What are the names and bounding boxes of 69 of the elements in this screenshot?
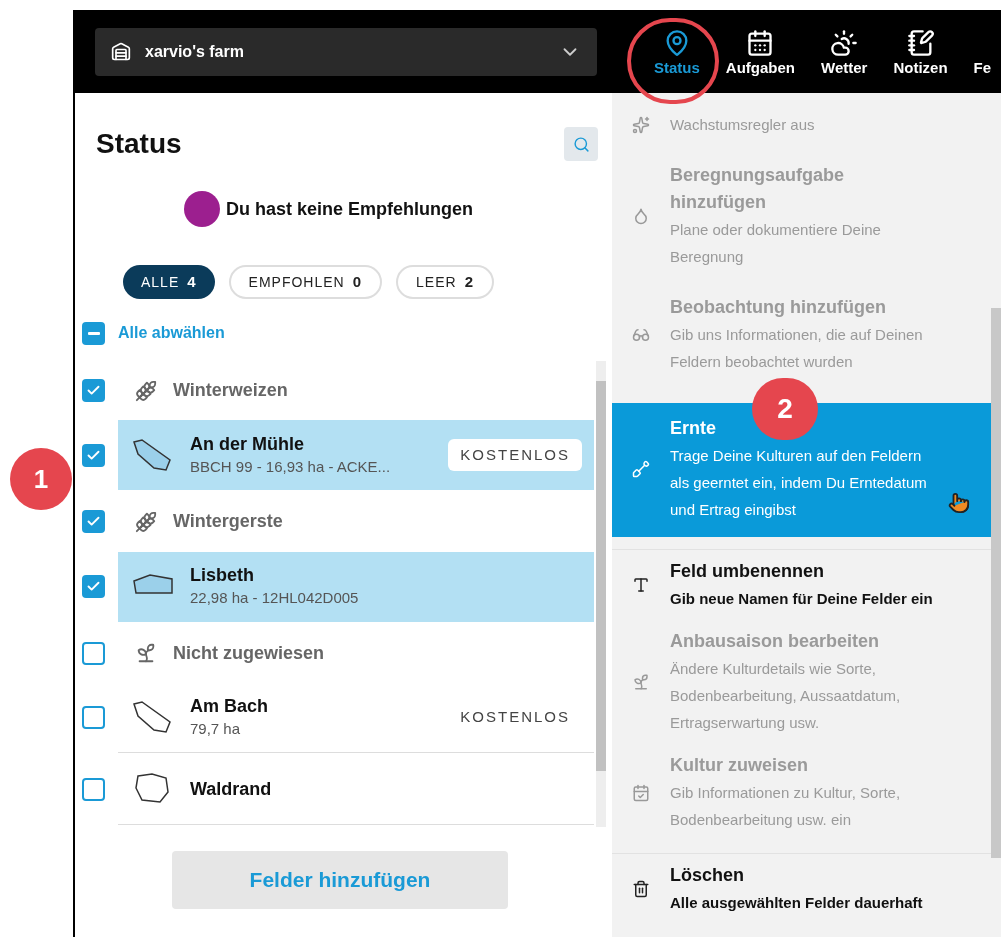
- search-icon: [572, 135, 590, 153]
- shovel-icon: [632, 460, 650, 478]
- menu-item-description: Gib neue Namen für Deine Felder ein: [670, 589, 934, 609]
- cloud-sun-icon: [830, 28, 859, 57]
- field-details: 22,98 ha - 12HL042D005: [190, 588, 360, 609]
- farm-icon: [111, 41, 131, 62]
- menu-item-title: Beregnungsaufgabe hinzufügen: [670, 164, 846, 214]
- checkbox[interactable]: [82, 641, 105, 665]
- menu-item-title: Beobachtung hinzufügen: [670, 296, 887, 319]
- field-details: BBCH 99 - 16,93 ha - ACKE...: [190, 456, 392, 477]
- sparkle-icon: [632, 115, 650, 134]
- minus-icon: [87, 331, 100, 335]
- nav-tab[interactable]: Notizen: [891, 28, 950, 79]
- droplet-icon: [632, 207, 650, 225]
- field-name: An der Mühle: [190, 432, 305, 456]
- farm-selector[interactable]: xarvio's farm: [95, 27, 597, 76]
- text-cursor-icon: [632, 576, 650, 594]
- checkbox[interactable]: [82, 706, 105, 730]
- menu-item-description: Trage Deine Kulturen auf den Feldern als geerntet ein, indem Du Erntedatum und Ertrag eingibst: [670, 446, 928, 520]
- nav-tab[interactable]: Fe: [971, 28, 994, 79]
- filter-chip[interactable]: LEER 2: [396, 265, 494, 299]
- search-button[interactable]: [564, 127, 598, 161]
- checkbox[interactable]: [82, 510, 105, 534]
- notepad-icon: [906, 28, 935, 57]
- free-badge: KOSTENLOS: [448, 438, 582, 472]
- filter-chip[interactable]: EMPFOHLEN 0: [228, 265, 383, 299]
- checkbox[interactable]: [82, 575, 105, 599]
- crop-group-label: Wintergerste: [173, 510, 283, 534]
- field-name: Am Bach: [190, 695, 270, 719]
- step-marker: 1: [10, 448, 72, 510]
- scrollbar[interactable]: [596, 361, 606, 827]
- nav-tab[interactable]: Aufgaben: [723, 28, 797, 79]
- menu-item-title: Löschen: [670, 864, 745, 887]
- recommendation-text: Du hast keine Empfehlungen: [225, 197, 473, 221]
- checkbox[interactable]: [82, 443, 105, 467]
- crop-group-label: Winterweizen: [173, 379, 288, 403]
- field-details: 79,7 ha: [190, 719, 242, 740]
- field-row[interactable]: Lisbeth 22,98 ha - 12HL042D005: [118, 551, 594, 622]
- wheat-icon: [135, 379, 157, 402]
- menu-item[interactable]: Feld umbenennen Gib neue Namen für Deine Felder ein: [612, 550, 991, 620]
- checkbox[interactable]: [82, 321, 105, 345]
- field-name: Lisbeth: [190, 564, 255, 588]
- menu-item-description: Gib uns Informationen, die auf Deinen Feldern beobachtet wurden: [670, 325, 924, 372]
- menu-item-title: Ernte: [670, 417, 717, 440]
- nav-tab[interactable]: Status: [652, 28, 702, 79]
- menu-item-description: Wachstumsregler aus: [670, 115, 816, 135]
- field-row[interactable]: An der Mühle BBCH 99 - 16,93 ha - ACKE... KOSTENLOS: [118, 420, 594, 491]
- sprout-icon: [632, 673, 650, 691]
- panel-title: Status: [96, 127, 182, 161]
- menu-item[interactable]: Löschen Alle ausgewählten Felder dauerhaft: [612, 854, 991, 924]
- menu-item-description: Plane oder dokumentiere Deine Beregnung: [670, 220, 882, 267]
- menu-item-title: Feld umbenennen: [670, 560, 825, 583]
- calendar-icon: [746, 28, 775, 57]
- crop-group-label: Nicht zugewiesen: [173, 641, 325, 665]
- menu-item-title: Kultur zuweisen: [670, 754, 809, 777]
- wheat-icon: [135, 511, 157, 533]
- nav-tab[interactable]: Wetter: [819, 28, 870, 79]
- sprout-icon: [135, 642, 157, 665]
- trash-icon: [632, 880, 650, 898]
- filter-chip[interactable]: ALLE 4: [123, 265, 215, 299]
- checkbox[interactable]: [82, 379, 105, 403]
- menu-item-description: Gib Informationen zu Kultur, Sorte, Bodenbearbeitung usw. ein: [670, 783, 902, 830]
- menu-item-description: Alle ausgewählten Felder dauerhaft: [670, 893, 924, 913]
- menu-item-description: Ändere Kulturdetails wie Sorte, Bodenbearbeitung, Aussaatdatum, Ertragserwartung usw.: [670, 659, 902, 733]
- hand-cursor-icon: [948, 492, 970, 514]
- menu-item-title: Anbausaison bearbeiten: [670, 630, 881, 653]
- checkbox[interactable]: [82, 778, 105, 802]
- field-name: Waldrand: [190, 778, 273, 802]
- calendar-icon: [632, 783, 650, 802]
